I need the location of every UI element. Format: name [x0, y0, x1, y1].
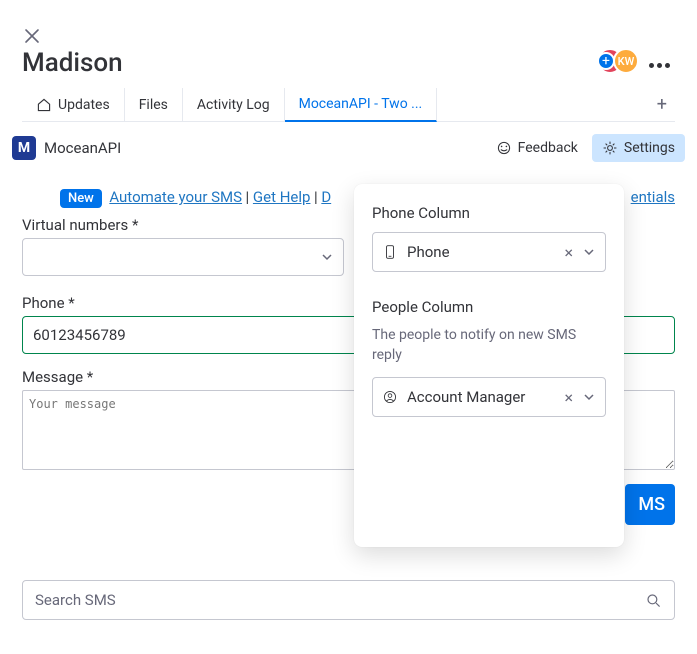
phone-icon: [383, 245, 397, 259]
feedback-icon: [496, 140, 512, 156]
tab-label: Files: [139, 97, 168, 113]
phone-column-value: Phone: [407, 243, 554, 261]
tab-label: Activity Log: [197, 97, 270, 113]
tab-label: MoceanAPI - Two ...: [299, 96, 423, 112]
d-link[interactable]: D: [321, 188, 331, 206]
message-placeholder: Your message: [29, 397, 116, 411]
page-title: Madison: [22, 48, 123, 78]
people-column-label: People Column: [372, 298, 606, 316]
automate-sms-link[interactable]: Automate your SMS: [109, 188, 242, 206]
virtual-numbers-select[interactable]: [22, 238, 344, 276]
close-button[interactable]: [24, 28, 40, 44]
search-placeholder: Search SMS: [35, 591, 116, 609]
settings-button[interactable]: Settings: [592, 134, 685, 162]
search-wrap: Search SMS: [22, 580, 675, 620]
feedback-label: Feedback: [518, 140, 578, 156]
app-logo: M: [12, 136, 36, 160]
member-avatars: + M KW: [597, 48, 639, 74]
send-sms-button[interactable]: MS: [625, 484, 675, 525]
people-column-desc: The people to notify on new SMS reply: [372, 326, 606, 365]
add-member-button[interactable]: +: [597, 52, 615, 70]
link-separator: |: [246, 188, 253, 206]
chevron-down-icon: [321, 251, 333, 263]
avatar[interactable]: KW: [613, 48, 639, 74]
credentials-link-tail[interactable]: entials: [631, 188, 675, 206]
close-icon: [24, 28, 40, 44]
tab-label: Updates: [58, 97, 110, 113]
chevron-down-icon: [583, 246, 595, 258]
app-bar: M MoceanAPI Feedback Settings: [12, 132, 685, 164]
tab-moceanapi[interactable]: MoceanAPI - Two ...: [285, 88, 438, 122]
tabs-bar: Updates Files Activity Log MoceanAPI - T…: [22, 88, 675, 122]
more-menu-button[interactable]: [641, 50, 677, 78]
phone-value: 60123456789: [33, 326, 126, 344]
clear-people-column-button[interactable]: ×: [564, 388, 573, 407]
tab-updates[interactable]: Updates: [22, 88, 125, 122]
tab-activity-log[interactable]: Activity Log: [183, 88, 285, 122]
feedback-button[interactable]: Feedback: [490, 136, 584, 160]
app-name: MoceanAPI: [44, 139, 121, 157]
people-column-value: Account Manager: [407, 388, 554, 406]
person-icon: [383, 390, 397, 404]
settings-label: Settings: [624, 140, 675, 156]
send-label: MS: [638, 494, 665, 515]
search-icon: [646, 591, 662, 609]
home-icon: [36, 97, 52, 113]
new-badge: New: [60, 189, 102, 208]
tab-files[interactable]: Files: [125, 88, 183, 122]
people-column-select[interactable]: Account Manager ×: [372, 377, 606, 417]
settings-popover: Phone Column Phone × People Column The p…: [354, 184, 624, 547]
clear-phone-column-button[interactable]: ×: [564, 243, 573, 262]
get-help-link[interactable]: Get Help: [253, 188, 311, 206]
phone-column-select[interactable]: Phone ×: [372, 232, 606, 272]
phone-column-label: Phone Column: [372, 204, 606, 222]
search-sms-input[interactable]: Search SMS: [22, 580, 675, 620]
gear-icon: [602, 140, 618, 156]
add-tab-button[interactable]: +: [649, 94, 675, 115]
chevron-down-icon: [583, 391, 595, 403]
